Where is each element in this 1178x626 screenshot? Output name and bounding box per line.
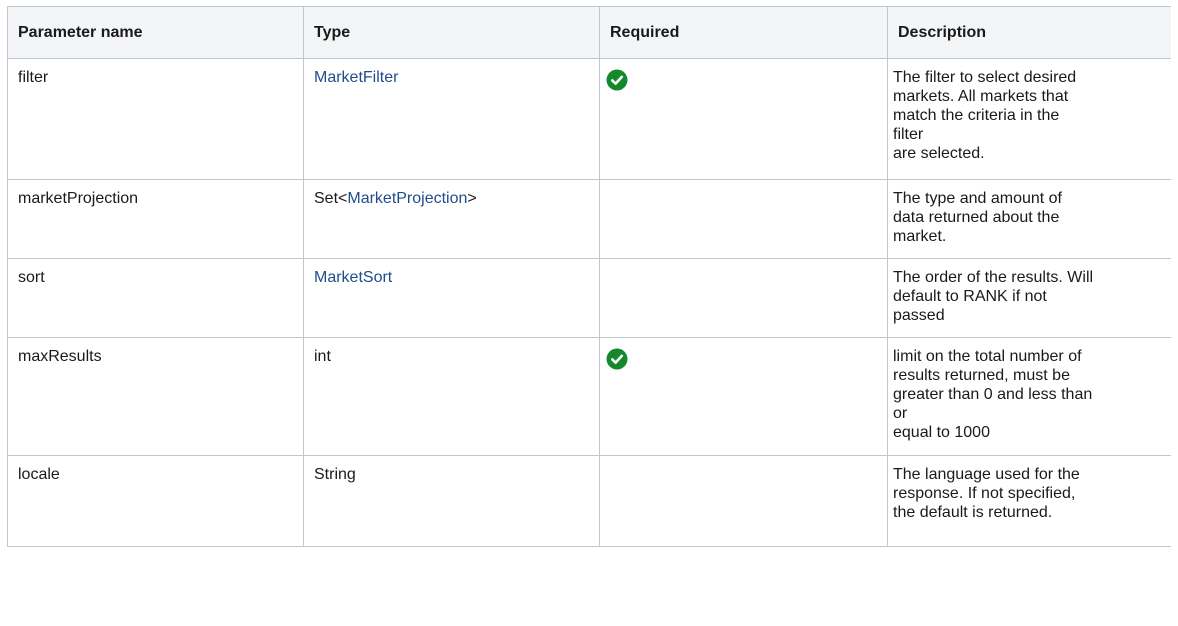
parameter-name: locale bbox=[18, 466, 60, 483]
column-header-parameter-name: Parameter name bbox=[7, 6, 304, 59]
cell-description: The language used for the response. If n… bbox=[887, 455, 1171, 547]
description-line: equal to 1000 bbox=[893, 424, 990, 441]
column-header-required: Required bbox=[599, 6, 888, 59]
table-row: marketProjection Set<MarketProjection> T… bbox=[7, 179, 1171, 259]
cell-required bbox=[599, 337, 888, 456]
parameter-name: maxResults bbox=[18, 348, 102, 365]
description-line: are selected. bbox=[893, 145, 985, 162]
cell-description: The type and amount of data returned abo… bbox=[887, 179, 1171, 259]
description-line: The order of the results. Will bbox=[893, 269, 1094, 286]
cell-description: The order of the results. Will default t… bbox=[887, 258, 1171, 338]
cell-parameter-name: maxResults bbox=[7, 337, 304, 456]
parameter-name: marketProjection bbox=[18, 190, 139, 207]
column-header-label: Required bbox=[610, 24, 680, 41]
description-line: markets. All markets that bbox=[893, 88, 1069, 105]
description-line: the default is returned. bbox=[893, 504, 1053, 521]
cell-type: MarketFilter bbox=[303, 58, 600, 180]
parameter-name: sort bbox=[18, 269, 45, 286]
parameters-table-wrapper: Parameter name Type Required Description… bbox=[7, 6, 1171, 626]
cell-required bbox=[599, 258, 888, 338]
parameters-table: Parameter name Type Required Description… bbox=[7, 6, 1171, 547]
type-text: int bbox=[314, 348, 331, 365]
cell-required bbox=[599, 58, 888, 180]
description-line: filter bbox=[893, 126, 924, 143]
column-header-label: Type bbox=[314, 24, 351, 41]
cell-description: The filter to select desired markets. Al… bbox=[887, 58, 1171, 180]
description-line: or bbox=[893, 405, 908, 422]
column-header-label: Parameter name bbox=[18, 24, 143, 41]
cell-type: Set<MarketProjection> bbox=[303, 179, 600, 259]
cell-parameter-name: filter bbox=[7, 58, 304, 180]
description-line: The language used for the bbox=[893, 466, 1080, 483]
table-row: sort MarketSort The order of the results… bbox=[7, 258, 1171, 338]
cell-type: int bbox=[303, 337, 600, 456]
cell-type: MarketSort bbox=[303, 258, 600, 338]
description-line: greater than 0 and less than bbox=[893, 386, 1093, 403]
type-link[interactable]: MarketFilter bbox=[314, 69, 398, 86]
column-header-label: Description bbox=[898, 24, 987, 41]
table-row: locale String The language used for the … bbox=[7, 455, 1171, 547]
check-circle-icon bbox=[606, 69, 628, 91]
description-line: passed bbox=[893, 307, 945, 324]
description-line: match the criteria in the bbox=[893, 107, 1060, 124]
type-link[interactable]: MarketProjection bbox=[347, 190, 467, 207]
description-line: market. bbox=[893, 228, 947, 245]
column-header-type: Type bbox=[303, 6, 600, 59]
description-line: results returned, must be bbox=[893, 367, 1070, 384]
table-header-row: Parameter name Type Required Description bbox=[7, 6, 1171, 59]
type-text: String bbox=[314, 466, 356, 483]
description-line: The type and amount of bbox=[893, 190, 1062, 207]
column-header-description: Description bbox=[887, 6, 1171, 59]
description-line: The filter to select desired bbox=[893, 69, 1077, 86]
cell-parameter-name: marketProjection bbox=[7, 179, 304, 259]
cell-required bbox=[599, 455, 888, 547]
cell-required bbox=[599, 179, 888, 259]
cell-description: limit on the total number of results ret… bbox=[887, 337, 1171, 456]
table-row: maxResults int limit on the total number… bbox=[7, 337, 1171, 456]
type-suffix: > bbox=[467, 190, 477, 207]
table-row: filter MarketFilter The filter to select… bbox=[7, 58, 1171, 180]
check-circle-icon bbox=[606, 348, 628, 370]
cell-parameter-name: locale bbox=[7, 455, 304, 547]
cell-type: String bbox=[303, 455, 600, 547]
description-line: limit on the total number of bbox=[893, 348, 1082, 365]
type-prefix: Set< bbox=[314, 190, 348, 207]
cell-parameter-name: sort bbox=[7, 258, 304, 338]
description-line: response. If not specified, bbox=[893, 485, 1076, 502]
description-line: data returned about the bbox=[893, 209, 1060, 226]
description-line: default to RANK if not bbox=[893, 288, 1047, 305]
parameter-name: filter bbox=[18, 69, 49, 86]
type-link[interactable]: MarketSort bbox=[314, 269, 392, 286]
